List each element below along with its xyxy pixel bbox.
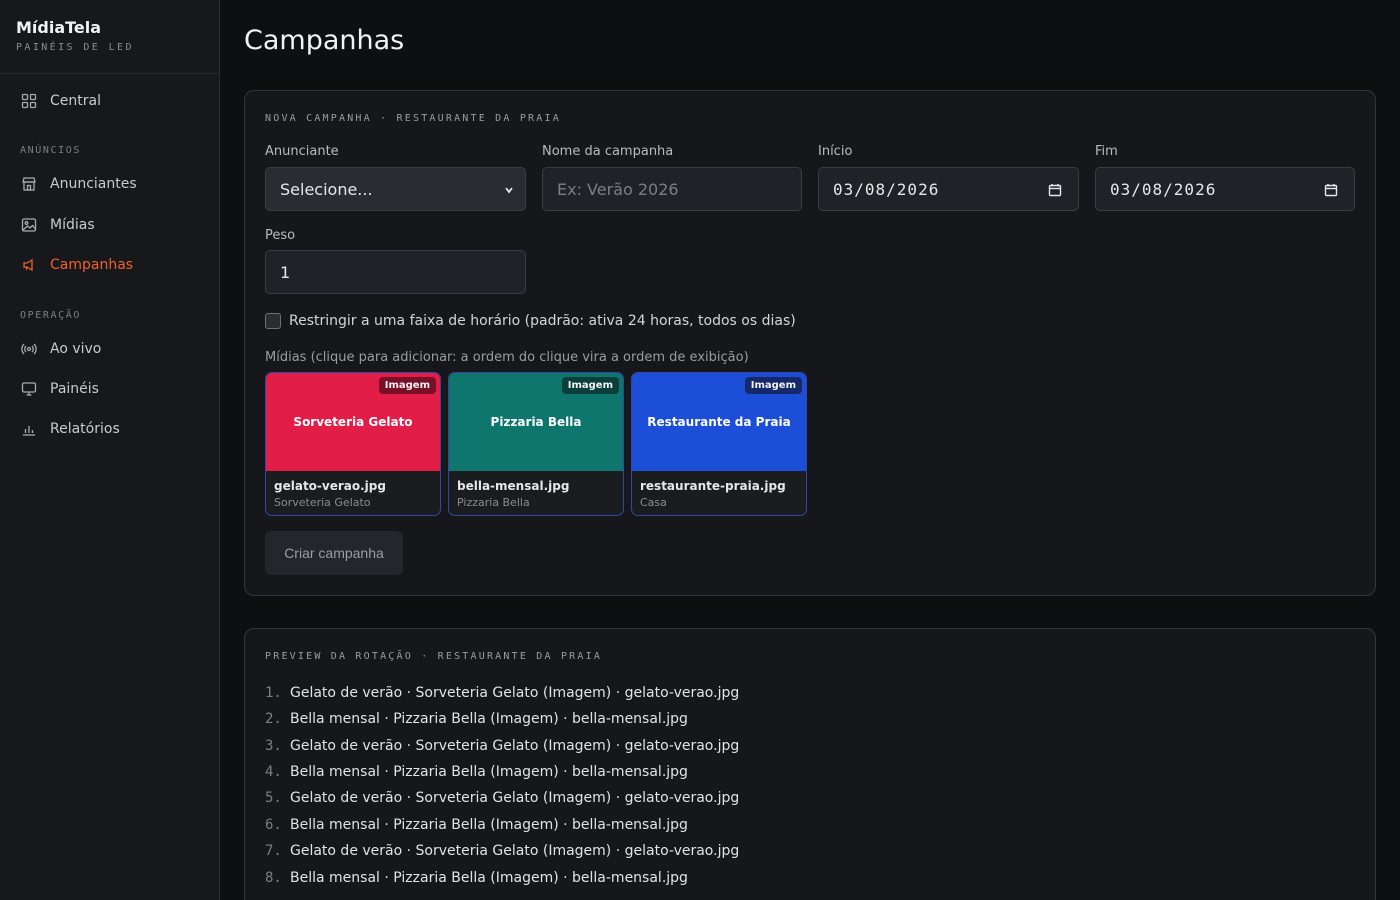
nome-input[interactable]: Ex: Verão 2026 bbox=[542, 167, 802, 211]
store-icon bbox=[20, 175, 38, 193]
chevron-down-icon bbox=[503, 182, 515, 201]
media-card-praia[interactable]: Restaurante da Praia Imagem restaurante-… bbox=[631, 372, 807, 516]
rotation-item-number: 3. bbox=[265, 738, 282, 754]
media-type-badge: Imagem bbox=[378, 377, 436, 394]
rotation-item-number: 2. bbox=[265, 711, 282, 727]
peso-label: Peso bbox=[265, 228, 296, 243]
new-campaign-card: NOVA CAMPANHA · RESTAURANTE DA PRAIA Anu… bbox=[244, 90, 1376, 596]
rotation-item: 8. Bella mensal · Pizzaria Bella (Imagem… bbox=[265, 870, 688, 886]
media-filename: restaurante-praia.jpg bbox=[640, 479, 786, 493]
megaphone-icon bbox=[20, 256, 38, 274]
rotation-item-text: Gelato de verão · Sorveteria Gelato (Ima… bbox=[290, 738, 740, 754]
sidebar-item-paineis[interactable]: Painéis bbox=[20, 379, 99, 399]
media-thumbnail: Restaurante da Praia Imagem bbox=[632, 373, 806, 471]
nome-placeholder: Ex: Verão 2026 bbox=[557, 179, 679, 199]
media-filename: bella-mensal.jpg bbox=[457, 479, 570, 493]
media-thumbnail: Sorveteria Gelato Imagem bbox=[266, 373, 440, 471]
media-type-badge: Imagem bbox=[744, 377, 802, 394]
peso-value: 1 bbox=[280, 262, 291, 282]
media-type-badge: Imagem bbox=[561, 377, 619, 394]
sidebar-item-label: Relatórios bbox=[50, 421, 120, 437]
inicio-label: Início bbox=[818, 144, 853, 159]
sidebar-item-label: Ao vivo bbox=[50, 341, 102, 357]
sidebar-item-label: Campanhas bbox=[50, 257, 134, 273]
brand-name: MídiaTela bbox=[16, 18, 102, 37]
sidebar-item-relatorios[interactable]: Relatórios bbox=[20, 419, 120, 439]
section-label-anuncios: ANÚNCIOS bbox=[20, 145, 81, 156]
media-card-gelato[interactable]: Sorveteria Gelato Imagem gelato-verao.jp… bbox=[265, 372, 441, 516]
rotation-item-number: 8. bbox=[265, 870, 282, 886]
inicio-date-input[interactable]: 03/08/2026 bbox=[818, 167, 1079, 211]
media-owner: Casa bbox=[640, 496, 667, 509]
sidebar-item-label: Anunciantes bbox=[50, 176, 137, 192]
rotation-item-text: Bella mensal · Pizzaria Bella (Imagem) ·… bbox=[290, 711, 688, 727]
rotation-item-text: Gelato de verão · Sorveteria Gelato (Ima… bbox=[290, 843, 740, 859]
media-owner: Sorveteria Gelato bbox=[274, 496, 371, 509]
rotation-item-number: 7. bbox=[265, 843, 282, 859]
page-title: Campanhas bbox=[244, 25, 405, 56]
media-thumbnail: Pizzaria Bella Imagem bbox=[449, 373, 623, 471]
fim-value: 03/08/2026 bbox=[1110, 179, 1217, 199]
rotation-item-text: Gelato de verão · Sorveteria Gelato (Ima… bbox=[290, 685, 740, 701]
fim-label: Fim bbox=[1095, 144, 1118, 159]
card-heading: NOVA CAMPANHA · RESTAURANTE DA PRAIA bbox=[265, 113, 561, 124]
broadcast-icon bbox=[20, 340, 38, 358]
sidebar-item-label: Mídias bbox=[50, 217, 95, 233]
rotation-item-text: Bella mensal · Pizzaria Bella (Imagem) ·… bbox=[290, 870, 688, 886]
inicio-value: 03/08/2026 bbox=[833, 179, 940, 199]
peso-input[interactable]: 1 bbox=[265, 250, 526, 294]
create-campaign-button[interactable]: Criar campanha bbox=[265, 531, 403, 575]
grid-icon bbox=[20, 92, 38, 110]
rotation-item-number: 6. bbox=[265, 817, 282, 833]
rotation-preview-card: PREVIEW DA ROTAÇÃO · RESTAURANTE DA PRAI… bbox=[244, 628, 1376, 900]
anunciante-label: Anunciante bbox=[265, 144, 339, 159]
media-thumbnail-title: Pizzaria Bella bbox=[490, 415, 582, 429]
media-thumbnail-title: Restaurante da Praia bbox=[647, 415, 791, 429]
rotation-item: 7. Gelato de verão · Sorveteria Gelato (… bbox=[265, 843, 739, 859]
rotation-item: 6. Bella mensal · Pizzaria Bella (Imagem… bbox=[265, 817, 688, 833]
rotation-item: 4. Bella mensal · Pizzaria Bella (Imagem… bbox=[265, 764, 688, 780]
brand: MídiaTela PAINÉIS DE LED bbox=[0, 0, 219, 74]
rotation-item: 2. Bella mensal · Pizzaria Bella (Imagem… bbox=[265, 711, 688, 727]
rotation-item-number: 1. bbox=[265, 685, 282, 701]
calendar-icon[interactable] bbox=[1324, 182, 1338, 201]
media-thumbnail-title: Sorveteria Gelato bbox=[293, 415, 413, 429]
nome-label: Nome da campanha bbox=[542, 144, 674, 159]
sidebar: MídiaTela PAINÉIS DE LED Central ANÚNCIO… bbox=[0, 0, 220, 900]
media-filename: gelato-verao.jpg bbox=[274, 479, 386, 493]
rotation-item: 3. Gelato de verão · Sorveteria Gelato (… bbox=[265, 738, 739, 754]
sidebar-item-campanhas[interactable]: Campanhas bbox=[20, 255, 133, 275]
monitor-icon bbox=[20, 380, 38, 398]
restrict-time-label: Restringir a uma faixa de horário (padrã… bbox=[289, 313, 796, 329]
section-label-operacao: OPERAÇÃO bbox=[20, 310, 81, 321]
rotation-item: 1. Gelato de verão · Sorveteria Gelato (… bbox=[265, 685, 739, 701]
sidebar-item-anunciantes[interactable]: Anunciantes bbox=[20, 174, 137, 194]
sidebar-item-label: Painéis bbox=[50, 381, 99, 397]
rotation-item: 5. Gelato de verão · Sorveteria Gelato (… bbox=[265, 790, 739, 806]
sidebar-item-ao-vivo[interactable]: Ao vivo bbox=[20, 339, 101, 359]
bar-chart-icon bbox=[20, 420, 38, 438]
media-picker-label: Mídias (clique para adicionar: a ordem d… bbox=[265, 350, 749, 365]
sidebar-item-label: Central bbox=[50, 93, 101, 109]
anunciante-select[interactable]: Selecione... bbox=[265, 167, 526, 211]
anunciante-selected-value: Selecione... bbox=[280, 179, 373, 199]
rotation-item-text: Bella mensal · Pizzaria Bella (Imagem) ·… bbox=[290, 764, 688, 780]
card-heading: PREVIEW DA ROTAÇÃO · RESTAURANTE DA PRAI… bbox=[265, 651, 603, 662]
calendar-icon[interactable] bbox=[1048, 182, 1062, 201]
media-owner: Pizzaria Bella bbox=[457, 496, 530, 509]
restrict-time-checkbox[interactable] bbox=[265, 313, 281, 329]
fim-date-input[interactable]: 03/08/2026 bbox=[1095, 167, 1355, 211]
sidebar-item-central[interactable]: Central bbox=[20, 91, 101, 111]
image-icon bbox=[20, 216, 38, 234]
media-card-bella[interactable]: Pizzaria Bella Imagem bella-mensal.jpg P… bbox=[448, 372, 624, 516]
rotation-item-text: Gelato de verão · Sorveteria Gelato (Ima… bbox=[290, 790, 740, 806]
sidebar-item-midias[interactable]: Mídias bbox=[20, 215, 95, 235]
rotation-item-number: 4. bbox=[265, 764, 282, 780]
brand-subtitle: PAINÉIS DE LED bbox=[16, 42, 134, 53]
rotation-item-number: 5. bbox=[265, 790, 282, 806]
rotation-item-text: Bella mensal · Pizzaria Bella (Imagem) ·… bbox=[290, 817, 688, 833]
